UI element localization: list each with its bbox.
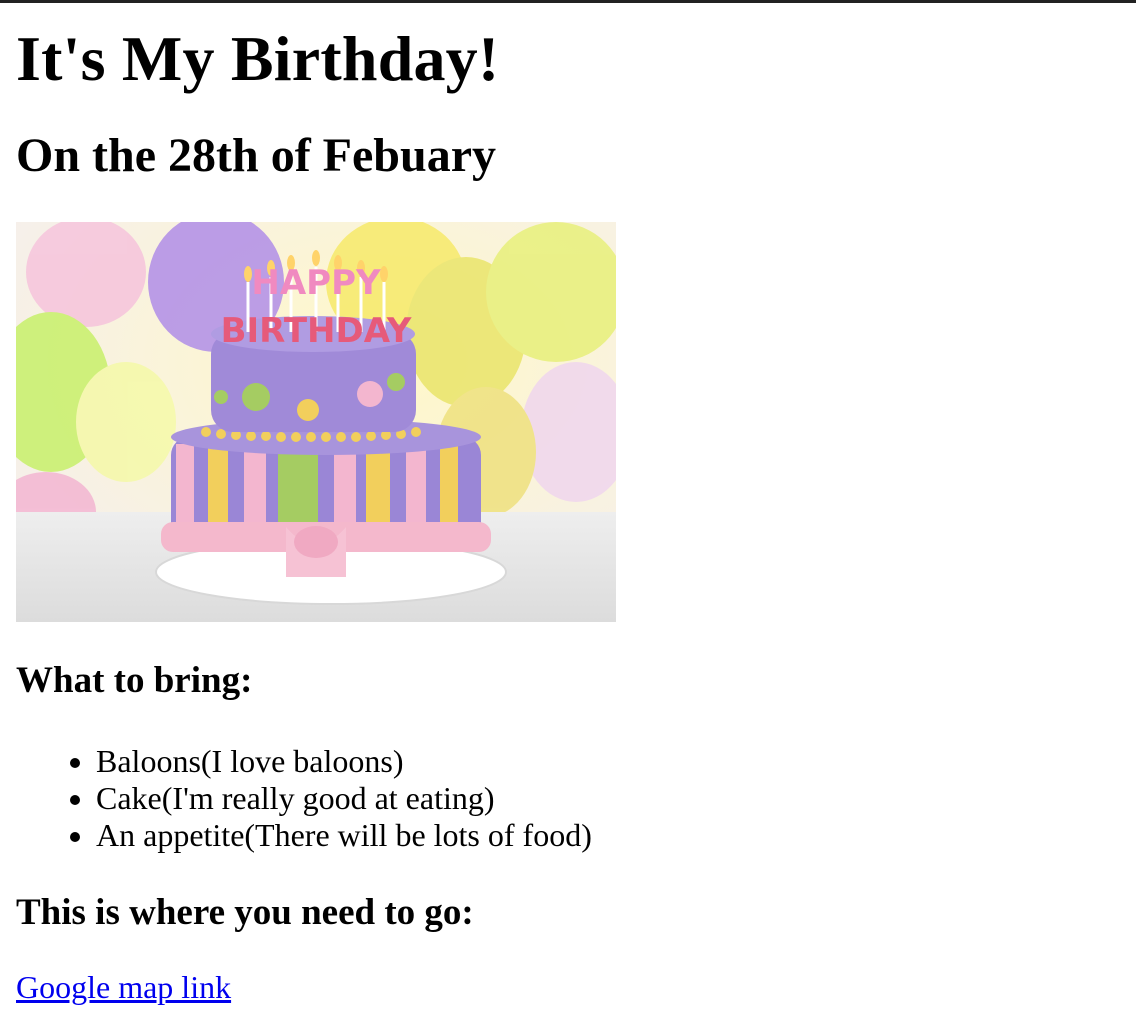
page-title: It's My Birthday!	[16, 23, 500, 94]
birthday-cake-image: HAPPY BIRTHDAY	[16, 222, 616, 622]
cake-illustration: HAPPY BIRTHDAY	[16, 222, 616, 622]
bring-list: Baloons(I love baloons) Cake(I'm really …	[16, 743, 1116, 854]
google-map-link[interactable]: Google map link	[16, 971, 231, 1003]
cake-letters-bottom: BIRTHDAY	[221, 311, 412, 351]
cake-letters-top: HAPPY	[251, 263, 381, 303]
list-item: Cake(I'm really good at eating)	[96, 780, 1116, 817]
directions-heading: This is where you need to go:	[16, 892, 474, 933]
bring-heading: What to bring:	[16, 660, 253, 701]
page-content: It's My Birthday! On the 28th of Febuary	[16, 3, 1116, 1003]
page-subtitle: On the 28th of Febuary	[16, 129, 496, 182]
list-item: An appetite(There will be lots of food)	[96, 817, 1116, 854]
list-item: Baloons(I love baloons)	[96, 743, 1116, 780]
